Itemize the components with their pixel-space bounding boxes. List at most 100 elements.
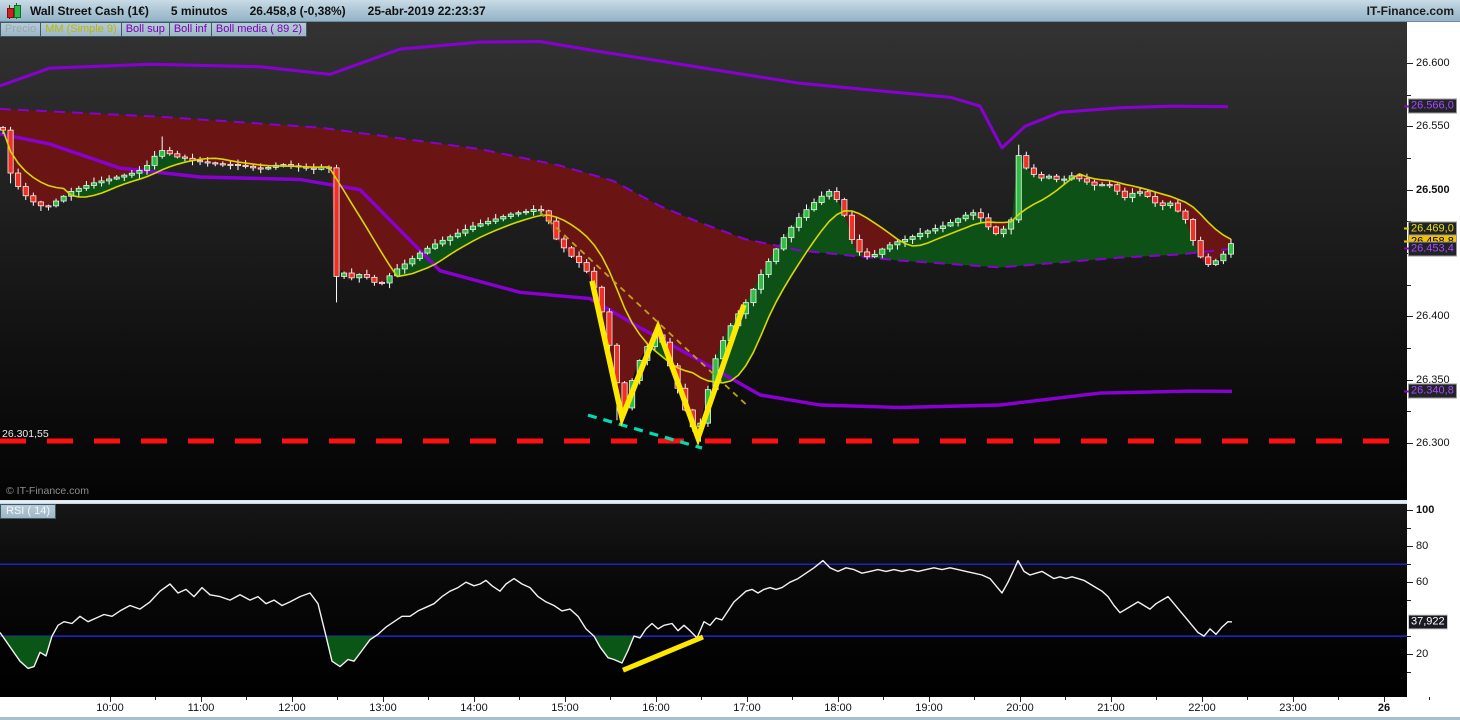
- bullish-candle-body: [765, 261, 772, 275]
- price-axis-label: 26.600: [1416, 56, 1450, 69]
- bearish-candle-body: [166, 150, 173, 155]
- bullish-candle-body: [432, 243, 439, 249]
- bearish-candle-body: [856, 239, 863, 253]
- rsi-indicator-label[interactable]: RSI ( 14): [0, 504, 57, 519]
- bearish-candle-body: [1121, 190, 1128, 198]
- rsi-indicator-panel[interactable]: [0, 504, 1407, 697]
- bearish-candle-body: [1152, 196, 1159, 204]
- bullish-candle-body: [469, 225, 476, 230]
- instrument-name: Wall Street Cash (1€): [30, 3, 149, 18]
- time-axis-minor-tick: [974, 697, 975, 700]
- bearish-candle-body: [1030, 167, 1037, 175]
- bullish-candle-body: [530, 209, 537, 212]
- bullish-candle-body: [492, 218, 499, 222]
- bullish-candle-body: [970, 212, 977, 216]
- time-axis-label: 19:00: [915, 702, 943, 714]
- price-axis-tick: [1407, 546, 1413, 548]
- price-axis-tick: [1407, 672, 1411, 674]
- bullish-candle-body: [83, 185, 90, 189]
- bullish-candle-body: [962, 214, 969, 220]
- bearish-candle-body: [219, 163, 226, 166]
- time-axis-minor-tick: [701, 697, 702, 700]
- time-axis-minor-tick: [1065, 697, 1066, 700]
- price-axis-tick: [1407, 157, 1411, 159]
- bullish-candle-body: [750, 288, 757, 304]
- bullish-candle-body: [1220, 253, 1227, 262]
- last-quote: 26.458,8 (-0,38%): [249, 3, 346, 18]
- support-price-label: 26.301,55: [2, 428, 49, 440]
- indicator-chip-boll-inf[interactable]: Boll inf: [169, 22, 212, 37]
- price-axis-label: 26.500: [1416, 183, 1450, 196]
- price-axis-tick: [1407, 284, 1411, 286]
- time-axis-label: 21:00: [1097, 702, 1125, 714]
- bullish-candle-body: [1129, 192, 1136, 198]
- rsi-chart-canvas[interactable]: [0, 504, 1407, 697]
- price-axis-label: 26.550: [1416, 120, 1450, 133]
- time-axis-minor-tick: [1429, 697, 1430, 700]
- time-axis-label: 17:00: [733, 702, 761, 714]
- indicator-chip-precio[interactable]: Precio: [0, 22, 42, 37]
- bullish-candle-body: [909, 236, 916, 240]
- bullish-candle-body: [98, 180, 105, 184]
- bullish-candle-body: [424, 247, 431, 254]
- indicator-chip-boll-media-89-2[interactable]: Boll media ( 89 2): [211, 22, 308, 37]
- price-axis-tick: [1407, 510, 1413, 512]
- bullish-candle-body: [401, 263, 408, 270]
- bullish-candle-body: [416, 252, 423, 260]
- bullish-candle-body: [902, 238, 909, 243]
- time-axis-minor-tick: [519, 697, 520, 700]
- bearish-candle-body: [371, 276, 378, 283]
- price-axis-tick: [1407, 126, 1413, 128]
- bullish-candle-body: [894, 241, 901, 246]
- bullish-candle-body: [523, 211, 530, 214]
- bullish-candle-body: [151, 155, 158, 166]
- bullish-candle-body: [53, 200, 60, 207]
- main-price-chart[interactable]: [0, 22, 1407, 500]
- bullish-candle-body: [773, 248, 780, 262]
- bullish-candle-body: [136, 169, 143, 174]
- bullish-candle-body: [485, 220, 492, 225]
- indicator-chip-boll-sup[interactable]: Boll sup: [121, 22, 170, 37]
- bullish-candle-body: [409, 258, 416, 265]
- rsi-yellow-trendline[interactable]: [622, 634, 704, 673]
- indicator-chip-mm-simple-9[interactable]: MM (Simple 9): [41, 22, 122, 37]
- bearish-candle-body: [181, 156, 188, 159]
- time-axis-minor-tick: [1156, 697, 1157, 700]
- timeframe-label: 5 minutos: [170, 3, 228, 18]
- bullish-candle-body: [356, 274, 363, 279]
- bullish-candle-body: [826, 191, 833, 197]
- price-axis-label: 26.300: [1416, 437, 1450, 449]
- bullish-candle-body: [75, 187, 82, 192]
- price-axis-tick: [1407, 443, 1413, 444]
- rsi-axis-label: 80: [1416, 540, 1429, 553]
- time-axis-minor-tick: [883, 697, 884, 700]
- bearish-candle-body: [1205, 256, 1212, 265]
- bearish-candle-body: [1144, 191, 1151, 197]
- bullish-candle-body: [341, 272, 348, 277]
- bearish-candle-body: [45, 205, 52, 208]
- time-axis-minor-tick: [246, 697, 247, 700]
- price-axis-tick: [1407, 564, 1411, 566]
- price-axis-tick: [1407, 189, 1413, 191]
- bearish-candle-body: [310, 167, 317, 170]
- bearish-candle-body: [1114, 184, 1121, 192]
- time-axis-label: 16:00: [642, 702, 670, 714]
- trading-platform-window: Wall Street Cash (1€) 5 minutos 26.458,8…: [0, 0, 1460, 720]
- price-axis-tick: [1407, 600, 1411, 602]
- bearish-candle-body: [227, 163, 234, 166]
- bearish-candle-body: [250, 165, 257, 169]
- bullish-candle-body: [144, 165, 151, 171]
- price-chart-canvas[interactable]: [0, 22, 1407, 500]
- time-axis-minor-tick: [337, 697, 338, 700]
- cyan-support-trendline[interactable]: [587, 413, 703, 450]
- time-axis-label: 13:00: [369, 702, 397, 714]
- bearish-candle-body: [977, 212, 984, 219]
- time-axis-minor-tick: [1338, 697, 1339, 700]
- bearish-candle-body: [1076, 175, 1083, 180]
- price-axis-tick: [1407, 654, 1413, 656]
- time-axis[interactable]: 10:00 11:00 12:00 13:00 14:00 15:00 16:00 17:00…: [0, 697, 1460, 717]
- price-axis[interactable]: 26.600 26.550 26.500 26.400 26.350 26.300 26.5…: [1404, 22, 1460, 697]
- bearish-candle-body: [848, 214, 855, 240]
- bullish-candle-body: [1000, 228, 1007, 235]
- bearish-candle-body: [1190, 219, 1197, 241]
